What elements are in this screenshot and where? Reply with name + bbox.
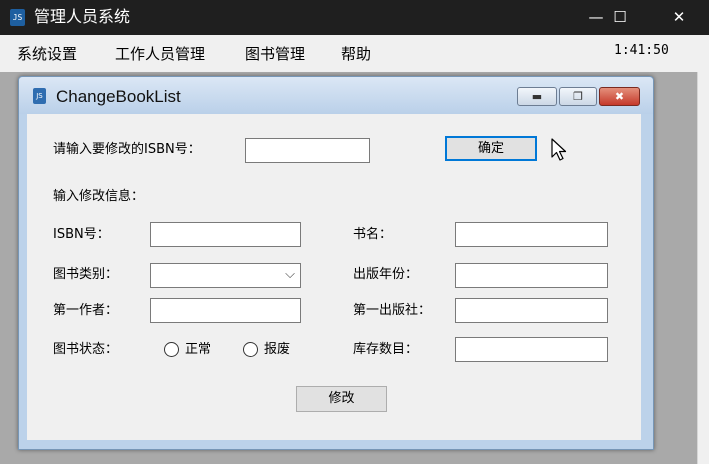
menu-book-management[interactable]: 图书管理: [245, 45, 305, 63]
section-label: 输入修改信息：: [53, 189, 145, 204]
isbn-prompt-label: 请输入要修改的ISBN号：: [53, 142, 201, 157]
maximize-button[interactable]: ☐: [597, 0, 643, 35]
vertical-scrollbar[interactable]: [697, 72, 709, 464]
mouse-cursor-icon: [551, 138, 567, 161]
author-input[interactable]: [150, 298, 301, 323]
form-area: 请输入要修改的ISBN号： 确定 输入修改信息： ISBN号： 书名： 图书类别…: [27, 114, 641, 440]
menu-staff-management[interactable]: 工作人员管理: [115, 45, 205, 63]
menu-system-settings[interactable]: 系统设置: [17, 45, 77, 63]
status-normal-radio[interactable]: [164, 342, 179, 357]
app-book-icon: JS: [10, 9, 25, 26]
status-label: 图书状态：: [53, 342, 119, 357]
child-minimize-button[interactable]: ▬: [517, 87, 557, 106]
child-restore-button[interactable]: ❐: [559, 87, 597, 106]
isbn-label: ISBN号：: [53, 227, 110, 242]
app-title: 管理人员系统: [34, 7, 131, 26]
menu-bar: 系统设置 工作人员管理 图书管理 帮助 1:41:50: [0, 35, 709, 72]
title-label: 书名：: [353, 227, 393, 242]
stock-label: 库存数目：: [353, 342, 419, 357]
child-close-button[interactable]: ✖: [599, 87, 640, 106]
pub-year-label: 出版年份：: [353, 267, 419, 282]
change-book-window: JS ChangeBookList ▬ ❐ ✖ 请输入要修改的ISBN号： 确定…: [18, 76, 654, 450]
chevron-down-icon[interactable]: ⌵: [285, 267, 295, 282]
isbn-search-input[interactable]: [245, 138, 370, 163]
menu-help[interactable]: 帮助: [341, 45, 371, 63]
publisher-input[interactable]: [455, 298, 608, 323]
status-normal-label[interactable]: 正常: [185, 342, 211, 358]
close-button[interactable]: ✕: [656, 0, 702, 35]
isbn-input[interactable]: [150, 222, 301, 247]
category-combobox[interactable]: ⌵: [150, 263, 301, 288]
status-scrapped-label[interactable]: 报废: [264, 342, 290, 358]
app-title-bar: JS 管理人员系统 — ☐ ✕: [0, 0, 709, 35]
pub-year-input[interactable]: [455, 263, 608, 288]
child-title: ChangeBookList: [56, 87, 181, 106]
child-book-icon: JS: [33, 88, 46, 104]
publisher-label: 第一出版社：: [353, 303, 432, 318]
child-title-bar: JS ChangeBookList ▬ ❐ ✖: [19, 77, 653, 114]
confirm-button[interactable]: 确定: [445, 136, 537, 161]
status-scrapped-radio[interactable]: [243, 342, 258, 357]
author-label: 第一作者：: [53, 303, 119, 318]
stock-input[interactable]: [455, 337, 608, 362]
title-input[interactable]: [455, 222, 608, 247]
modify-button[interactable]: 修改: [296, 386, 387, 412]
clock: 1:41:50: [614, 43, 669, 58]
category-label: 图书类别：: [53, 267, 119, 282]
